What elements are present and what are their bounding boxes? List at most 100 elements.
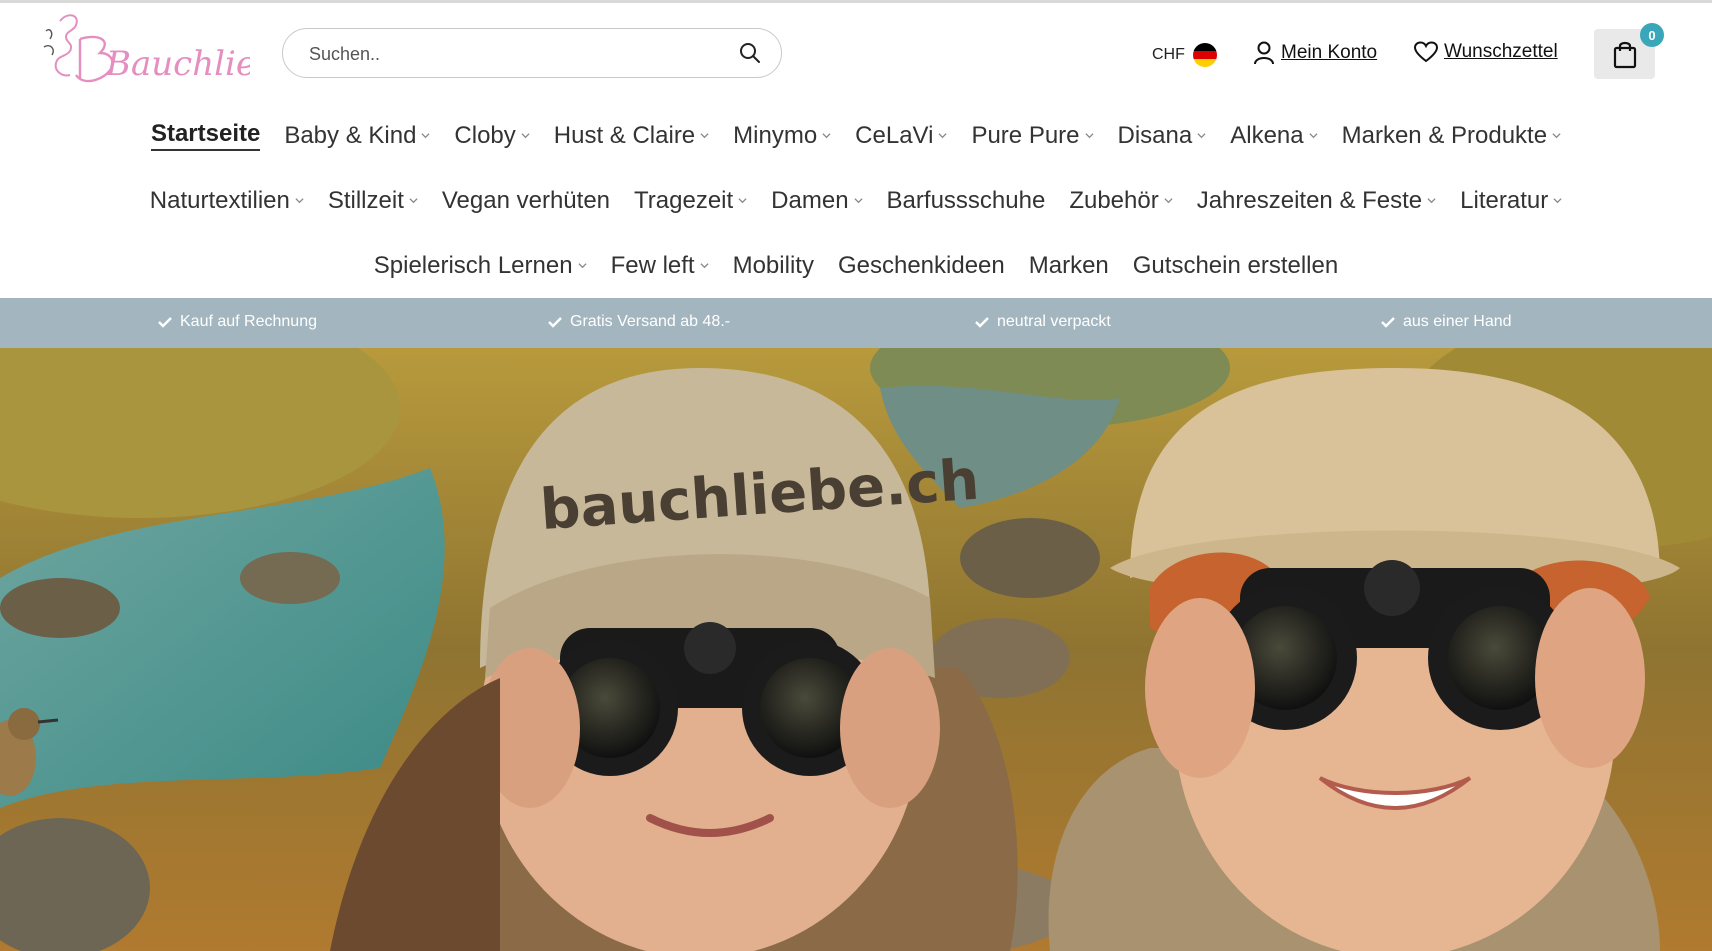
usp-bar: Kauf auf Rechnung Gratis Versand ab 48.-…: [0, 298, 1712, 348]
chevron-down-icon: [1164, 198, 1173, 204]
usp-label: aus einer Hand: [1403, 313, 1512, 330]
nav-label: Naturtextilien: [149, 186, 290, 214]
germany-flag-icon: [1192, 43, 1217, 67]
nav-item-minymo[interactable]: Minymo: [733, 122, 831, 150]
nav-item-startseite[interactable]: Startseite: [150, 120, 261, 151]
chevron-down-icon: [1552, 133, 1561, 139]
nav-label: Alkena: [1230, 121, 1304, 149]
currency-label: CHF: [1152, 46, 1185, 63]
nav-item-vegan-verhueten[interactable]: Vegan verhüten: [442, 187, 610, 215]
hero-banner[interactable]: bauchliebe.ch: [0, 348, 1712, 951]
chevron-down-icon: [938, 133, 948, 139]
chevron-down-icon: [1197, 133, 1206, 139]
nav-item-geschenkideen[interactable]: Geschenkideen: [838, 252, 1005, 280]
user-icon: [1254, 41, 1274, 65]
hero-image: bauchliebe.ch: [0, 348, 1712, 951]
usp-item: Kauf auf Rechnung: [158, 313, 317, 331]
check-icon: [158, 317, 172, 328]
nav-label: Geschenkideen: [837, 251, 1005, 279]
nav-item-damen[interactable]: Damen: [771, 186, 863, 215]
logo-graphic: Bauchliebe: [43, 14, 250, 84]
nav-label: Marken & Produkte: [1341, 121, 1548, 149]
nav-row-1: Startseite Baby & Kind Cloby Hust & Clai…: [0, 103, 1712, 168]
nav-row-3: Spielerisch Lernen Few left Mobility Ges…: [0, 233, 1712, 298]
usp-item: neutral verpackt: [975, 313, 1111, 331]
nav-item-tragezeit[interactable]: Tragezeit: [634, 187, 747, 215]
wishlist-label: Wunschzettel: [1444, 41, 1558, 62]
wishlist-link[interactable]: Wunschzettel: [1414, 41, 1558, 63]
usp-label: neutral verpackt: [997, 313, 1111, 330]
usp-item: aus einer Hand: [1381, 313, 1512, 331]
nav-item-hust-claire[interactable]: Hust & Claire: [554, 122, 709, 150]
nav-item-celavi[interactable]: CeLaVi: [855, 122, 948, 150]
nav-item-disana[interactable]: Disana: [1118, 122, 1207, 150]
check-icon: [975, 317, 989, 328]
nav-label: Damen: [771, 186, 849, 214]
nav-item-few-left[interactable]: Few left: [611, 252, 709, 280]
heart-icon: [1414, 41, 1438, 63]
nav-label: Zubehör: [1069, 186, 1159, 214]
chevron-down-icon: [822, 133, 831, 139]
nav-item-jahreszeiten-feste[interactable]: Jahreszeiten & Feste: [1197, 187, 1436, 215]
chevron-down-icon: [577, 263, 587, 269]
chevron-down-icon: [700, 133, 709, 139]
account-link[interactable]: Mein Konto: [1253, 41, 1377, 65]
nav-item-marken-produkte[interactable]: Marken & Produkte: [1342, 122, 1561, 150]
nav-label: Baby & Kind: [284, 121, 417, 149]
nav-label: Literatur: [1460, 186, 1549, 214]
nav-item-baby-kind[interactable]: Baby & Kind: [284, 122, 430, 150]
nav-item-stillzeit[interactable]: Stillzeit: [328, 187, 418, 215]
chevron-down-icon: [521, 133, 530, 139]
nav-item-alkena[interactable]: Alkena: [1230, 121, 1318, 150]
nav-label: Vegan verhüten: [441, 186, 611, 214]
nav-label: Barfussschuhe: [886, 186, 1046, 214]
nav-item-literatur[interactable]: Literatur: [1460, 187, 1562, 215]
nav-item-barfussschuhe[interactable]: Barfussschuhe: [887, 187, 1046, 215]
nav-item-spielerisch-lernen[interactable]: Spielerisch Lernen: [374, 252, 587, 280]
logo[interactable]: Bauchliebe: [40, 9, 250, 95]
search-button[interactable]: [737, 41, 763, 67]
check-icon: [1381, 317, 1395, 328]
nav-label: Tragezeit: [634, 186, 734, 214]
header: Bauchliebe CHF Mein Konto Wunschzettel: [0, 3, 1712, 103]
nav-item-gutschein-erstellen[interactable]: Gutschein erstellen: [1133, 252, 1338, 280]
usp-label: Kauf auf Rechnung: [180, 313, 317, 330]
nav-label: Marken: [1028, 251, 1109, 279]
chevron-down-icon: [1084, 133, 1094, 139]
chevron-down-icon: [1553, 198, 1562, 204]
nav-item-marken[interactable]: Marken: [1029, 252, 1109, 280]
cart-count-badge: 0: [1640, 23, 1664, 47]
check-icon: [548, 317, 562, 328]
search-input[interactable]: [309, 41, 709, 67]
search-icon: [740, 43, 760, 63]
usp-label: Gratis Versand ab 48.-: [570, 313, 731, 330]
nav-label: Hust & Claire: [553, 121, 696, 149]
main-navigation: Startseite Baby & Kind Cloby Hust & Clai…: [0, 103, 1712, 298]
chevron-down-icon: [1427, 198, 1436, 204]
chevron-down-icon: [295, 198, 304, 204]
chevron-down-icon: [738, 198, 747, 204]
nav-item-zubehoer[interactable]: Zubehör: [1069, 186, 1173, 215]
nav-label: Spielerisch Lernen: [373, 251, 573, 279]
nav-label: Startseite: [150, 120, 261, 147]
nav-row-2: Naturtextilien Stillzeit Vegan verhüten …: [0, 168, 1712, 233]
nav-label: Pure Pure: [971, 121, 1080, 149]
nav-item-mobility[interactable]: Mobility: [733, 252, 814, 280]
nav-item-cloby[interactable]: Cloby: [454, 121, 530, 150]
svg-text:Bauchliebe: Bauchliebe: [105, 44, 250, 84]
account-label: Mein Konto: [1281, 42, 1378, 63]
nav-label: Jahreszeiten & Feste: [1196, 186, 1423, 214]
nav-label: Few left: [610, 251, 695, 279]
chevron-down-icon: [700, 263, 709, 269]
nav-label: Cloby: [454, 121, 516, 149]
nav-label: Disana: [1117, 121, 1193, 149]
search-box: [282, 28, 782, 78]
shopping-bag-icon: [1613, 41, 1636, 69]
nav-item-pure-pure[interactable]: Pure Pure: [971, 121, 1094, 150]
currency-selector[interactable]: CHF: [1152, 43, 1217, 67]
nav-label: Gutschein erstellen: [1132, 251, 1339, 279]
chevron-down-icon: [853, 198, 863, 204]
nav-label: Minymo: [733, 121, 818, 149]
nav-item-naturtextilien[interactable]: Naturtextilien: [150, 187, 304, 215]
nav-label: Mobility: [732, 251, 814, 279]
